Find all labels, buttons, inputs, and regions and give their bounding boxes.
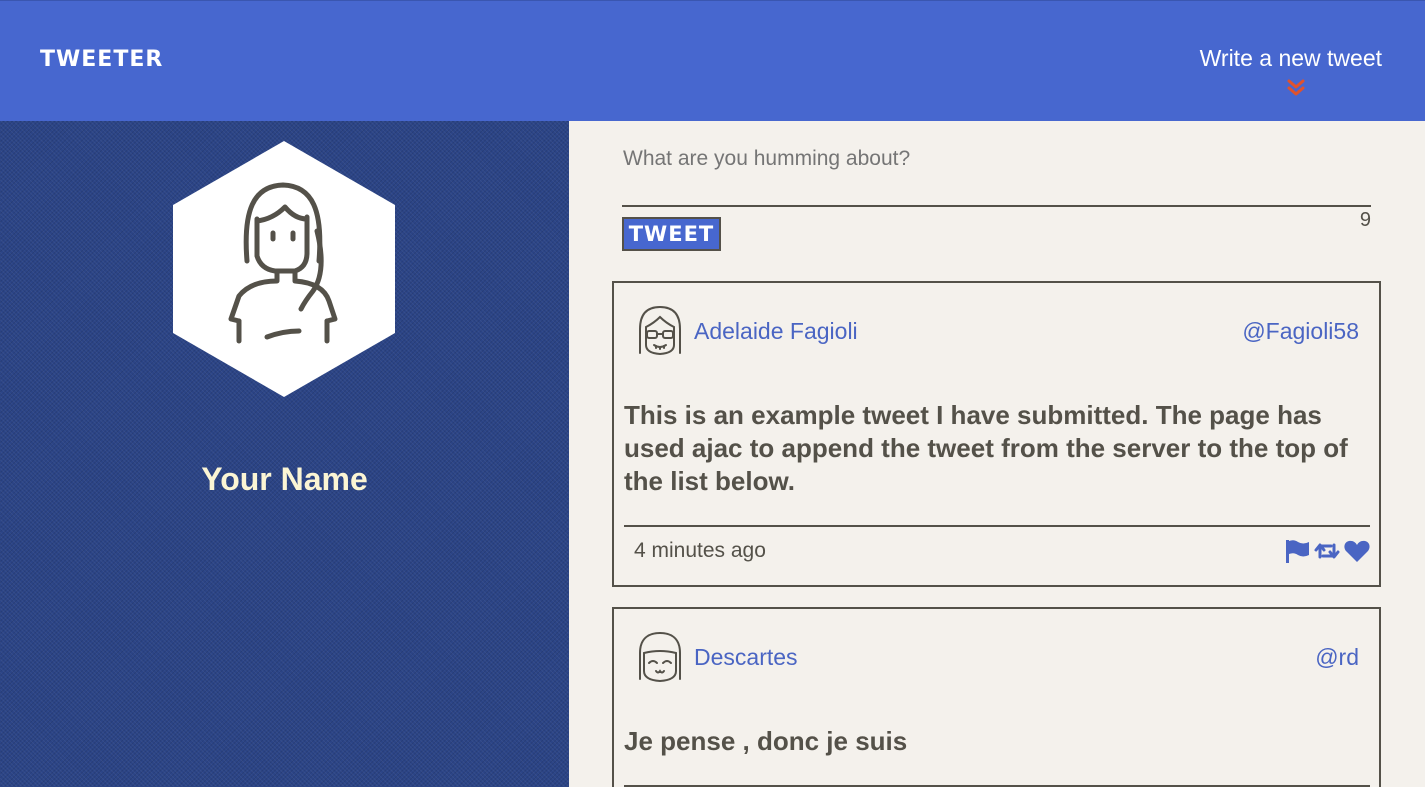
tweet-content: This is an example tweet I have submitte…	[624, 400, 1348, 496]
double-chevron-down-icon[interactable]	[1286, 78, 1306, 98]
new-tweet-input[interactable]	[623, 147, 1373, 171]
brand-logo[interactable]: TWEETER	[40, 47, 163, 72]
tweet-timestamp: 4 minutes ago	[634, 539, 766, 562]
top-nav: TWEETER Write a new tweet	[0, 0, 1425, 121]
main-content: TWEET 9 Adelaide Fagioli @Fagioli58 This…	[569, 121, 1425, 787]
tweet-author-name[interactable]: Adelaide Fagioli	[694, 318, 858, 345]
tweet-card: Adelaide Fagioli @Fagioli58 This is an e…	[612, 281, 1381, 587]
tweet-card: Descartes @rd Je pense , donc je suis	[612, 607, 1381, 787]
tweet-content: Je pense , donc je suis	[624, 726, 908, 756]
character-counter: 9	[1359, 209, 1371, 231]
tweet-author-handle[interactable]: @Fagioli58	[1242, 318, 1359, 345]
tweet-author-handle[interactable]: @rd	[1315, 644, 1359, 671]
flag-icon[interactable]	[1283, 537, 1311, 565]
write-new-tweet-link[interactable]: Write a new tweet	[1200, 45, 1382, 72]
input-underline	[622, 205, 1371, 207]
profile-sidebar: Your Name	[0, 121, 569, 787]
tweet-divider	[624, 525, 1370, 527]
retweet-icon[interactable]	[1313, 537, 1341, 565]
tweet-author-name[interactable]: Descartes	[694, 644, 798, 671]
profile-avatar	[173, 141, 395, 397]
tweet-submit-button[interactable]: TWEET	[622, 217, 721, 251]
smiling-face-avatar-icon	[639, 631, 681, 683]
profile-name: Your Name	[201, 461, 368, 497]
tweet-actions	[1283, 537, 1371, 565]
heart-icon[interactable]	[1343, 537, 1371, 565]
girl-glasses-avatar-icon	[639, 305, 681, 356]
